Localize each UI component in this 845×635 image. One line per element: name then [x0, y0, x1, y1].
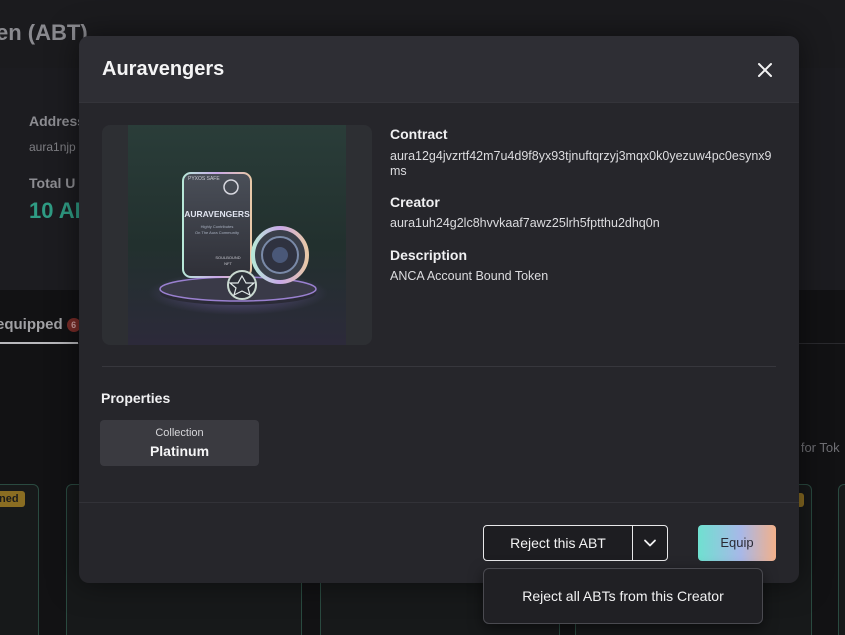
nft-card-top-text: PYXOS SAFE — [188, 176, 220, 182]
tab-active-indicator — [0, 342, 78, 344]
contract-value: aura12g4jvzrtf42m7u4d9f8yx93tjnuftqrzyj3… — [390, 149, 772, 178]
reject-dropdown-toggle[interactable] — [633, 526, 668, 560]
contract-label: Contract — [390, 126, 448, 142]
creator-label: Creator — [390, 194, 440, 210]
address-value: aura1njp — [29, 140, 76, 154]
equip-button[interactable]: Equip — [698, 525, 776, 561]
creator-value: aura1uh24g2lc8hvvkaaf7awz25lrh5fptthu2dh… — [390, 216, 660, 230]
total-label: Total U — [29, 175, 76, 191]
description-value: ANCA Account Bound Token — [390, 269, 549, 283]
property-value: Platinum — [149, 443, 210, 459]
close-button[interactable] — [755, 60, 775, 80]
list-item[interactable]: ned — [0, 484, 39, 635]
nft-card-bottom-2: NFT — [224, 261, 232, 266]
nft-card-subtitle-2: On The Aura Community — [195, 230, 239, 235]
properties-title: Properties — [101, 390, 171, 406]
nft-card-name: AURAVENGERS — [184, 209, 250, 219]
footer-divider — [79, 502, 799, 503]
section-divider — [102, 366, 776, 367]
modal-header: Auravengers — [79, 36, 799, 103]
property-type: Collection — [155, 427, 204, 439]
status-badge: ned — [0, 491, 25, 507]
nft-artwork-graphic: PYXOS SAFE AURAVENGERS Highly Contribute… — [148, 172, 328, 315]
reject-split-button: Reject this ABT — [483, 525, 668, 561]
property-card: Collection Platinum — [100, 420, 259, 466]
tab-equipped-label: equipped — [0, 316, 63, 333]
nft-card-subtitle-1: Highly Contributes — [201, 224, 234, 229]
description-label: Description — [390, 247, 468, 263]
reject-abt-button[interactable]: Reject this ABT — [484, 526, 632, 560]
close-icon — [758, 63, 772, 77]
list-item[interactable] — [838, 484, 845, 635]
nft-card-bottom-1: SOULBOUND — [215, 255, 240, 260]
abt-detail-modal: Auravengers PYXOS SAFE AURAVENGERS Highl… — [79, 36, 799, 583]
tab-equipped[interactable]: equipped 6 — [0, 316, 81, 333]
chevron-down-icon — [644, 539, 656, 547]
nft-artwork: PYXOS SAFE AURAVENGERS Highly Contribute… — [128, 125, 346, 345]
address-label: Address — [29, 113, 86, 129]
nft-image: PYXOS SAFE AURAVENGERS Highly Contribute… — [102, 125, 372, 345]
reject-all-from-creator-item[interactable]: Reject all ABTs from this Creator — [484, 569, 762, 623]
page-title: en (ABT) — [0, 20, 88, 45]
modal-title: Auravengers — [102, 58, 225, 80]
reject-dropdown-menu: Reject all ABTs from this Creator — [483, 568, 763, 624]
